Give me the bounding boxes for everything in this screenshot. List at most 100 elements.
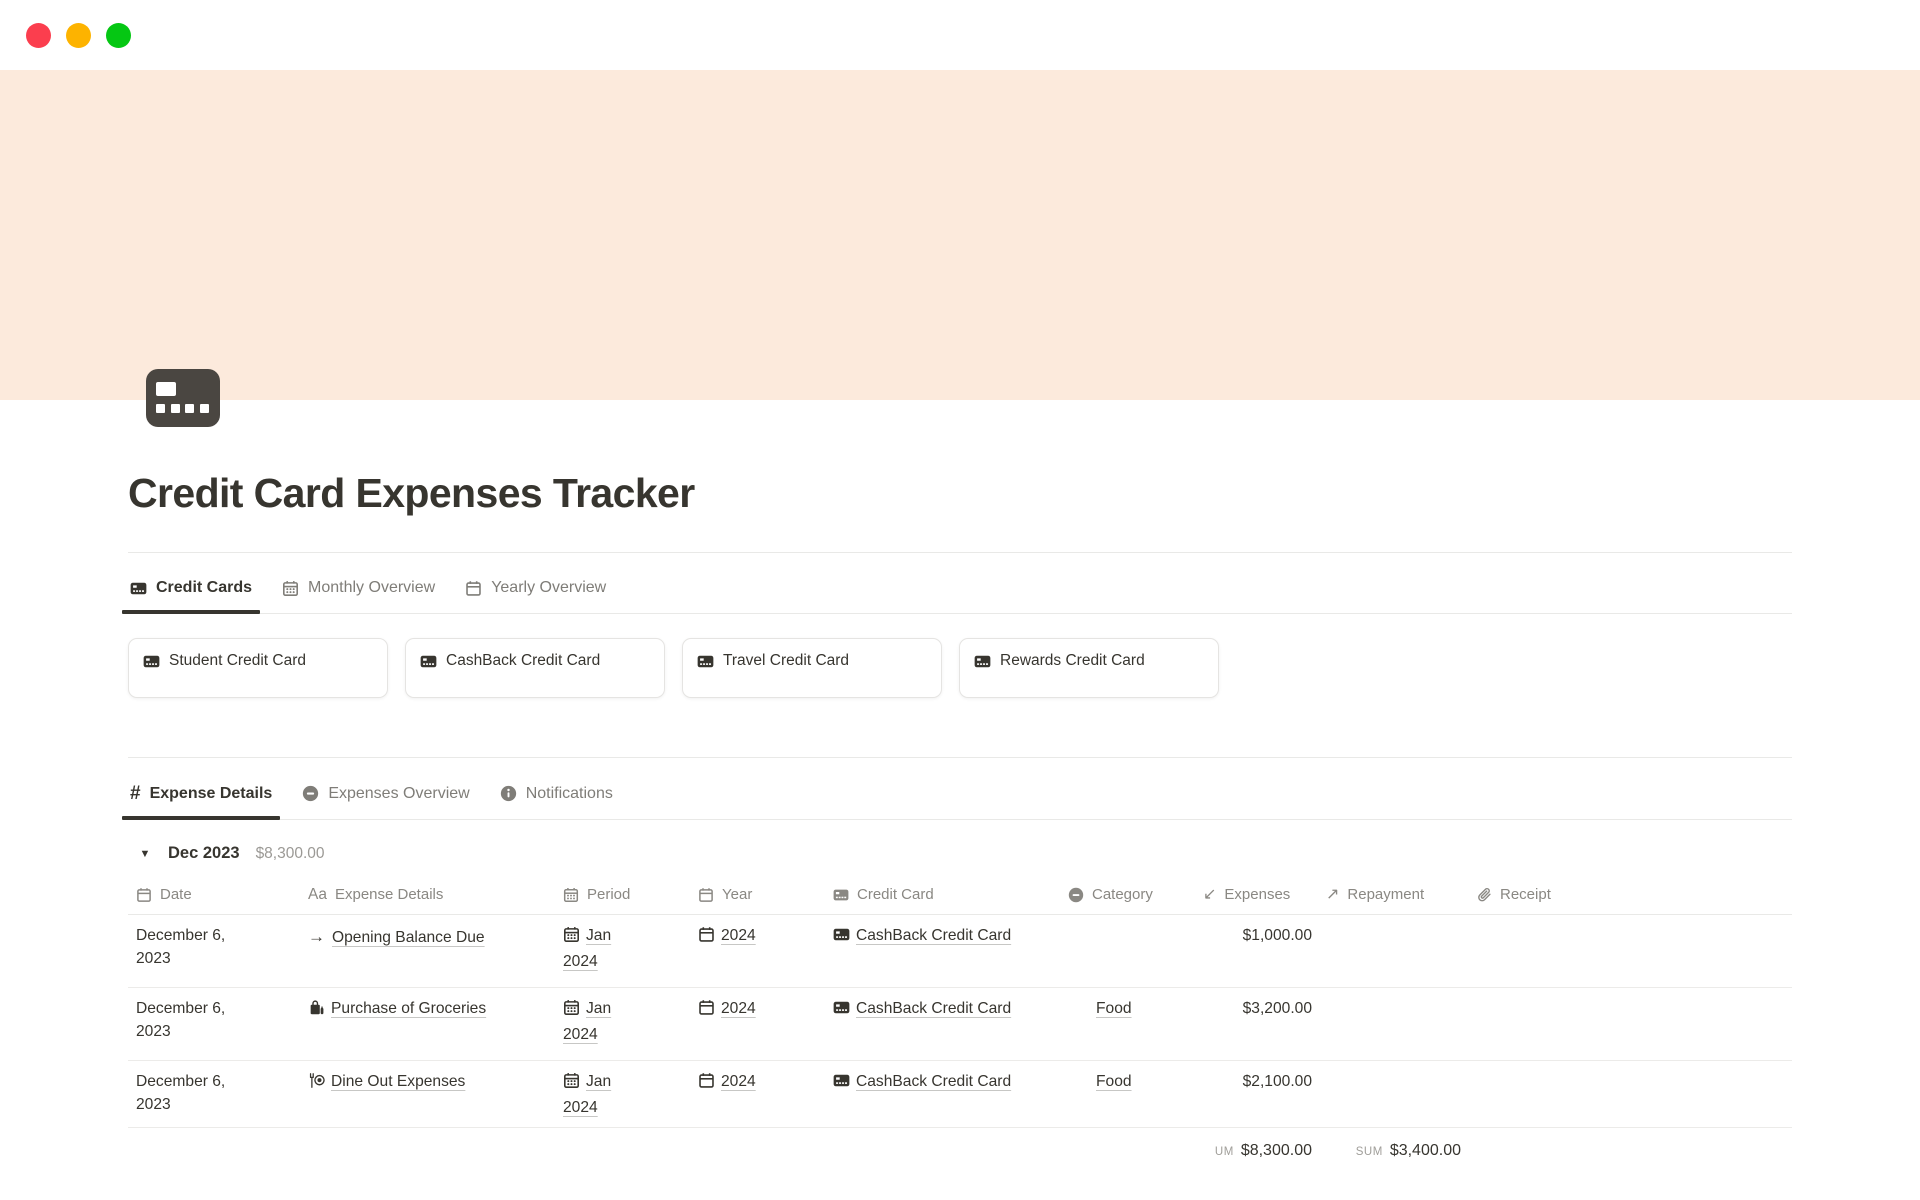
arrow-right-icon: → — [308, 927, 325, 946]
info-circle-icon — [500, 785, 516, 802]
cell-category: Food — [1060, 1071, 1195, 1127]
column-header-year[interactable]: Year — [690, 886, 825, 903]
credit-card-gallery: Student Credit Card CashBack Credit Card… — [128, 638, 1792, 698]
cell-expense-details: Dine Out Expenses — [300, 1071, 555, 1127]
cell-year: 2024 — [690, 998, 825, 1060]
group-label: Dec 2023 — [168, 844, 240, 862]
column-header-receipt[interactable]: Receipt — [1468, 886, 1792, 903]
page-cover — [0, 70, 1920, 400]
sum-value: $8,300.00 — [1240, 1142, 1312, 1159]
group-total: $8,300.00 — [255, 844, 325, 862]
table-footer-row: UM $8,300.00 SUM $3,400.00 — [128, 1128, 1792, 1160]
window-zoom-button[interactable] — [106, 22, 131, 48]
credit-card-icon — [697, 655, 714, 668]
cell-expense-details: → Opening Balance Due — [300, 925, 555, 987]
column-header-expenses[interactable]: ↙ Expenses — [1195, 886, 1318, 903]
cell-date[interactable]: December 6, 2023 — [128, 925, 300, 987]
card-rewards-credit-card[interactable]: Rewards Credit Card — [959, 638, 1219, 698]
table-row: December 6, 2023 → Opening Balance Due Ja… — [128, 915, 1792, 988]
category-link[interactable]: Food — [1096, 1073, 1132, 1090]
calendar-grid-icon — [563, 887, 579, 902]
calendar-icon — [137, 887, 151, 902]
cell-expense-details: Purchase of Groceries — [300, 998, 555, 1060]
year-link[interactable]: 2024 — [721, 1000, 756, 1017]
category-link[interactable]: Food — [1096, 1000, 1132, 1017]
column-header-repayment[interactable]: ↗ Repayment — [1318, 886, 1468, 903]
cell-expenses[interactable]: $3,200.00 — [1195, 998, 1318, 1060]
column-header-credit-card[interactable]: Credit Card — [825, 886, 1060, 903]
cell-year: 2024 — [690, 925, 825, 987]
credit-card-icon — [143, 655, 160, 668]
text-icon: Aa — [308, 885, 327, 903]
column-header-date[interactable]: Date — [128, 886, 300, 903]
cell-receipt[interactable] — [1468, 925, 1792, 987]
credit-card-chip — [156, 382, 176, 396]
tab-yearly-overview[interactable]: Yearly Overview — [463, 579, 608, 613]
cell-repayment[interactable] — [1318, 998, 1468, 1060]
window-minimize-button[interactable] — [66, 22, 91, 48]
expense-details-link[interactable]: Dine Out Expenses — [331, 1073, 465, 1090]
card-title: Rewards Credit Card — [1000, 652, 1145, 669]
table-row: December 6, 2023 Purchase of Groceries J… — [128, 988, 1792, 1061]
window-close-button[interactable] — [26, 22, 51, 48]
cell-receipt[interactable] — [1468, 1071, 1792, 1127]
tab-label: Yearly Overview — [491, 579, 607, 596]
year-link[interactable]: 2024 — [721, 927, 756, 944]
cell-date[interactable]: December 6, 2023 — [128, 998, 300, 1060]
hash-icon: # — [130, 783, 141, 804]
cell-expenses[interactable]: $2,100.00 — [1195, 1071, 1318, 1127]
expense-details-link[interactable]: Purchase of Groceries — [331, 1000, 486, 1017]
calendar-icon — [698, 999, 715, 1024]
shopping-bag-icon — [308, 999, 325, 1024]
cell-credit-card: CashBack Credit Card — [825, 998, 1060, 1060]
column-header-category[interactable]: Category — [1060, 886, 1195, 903]
credit-card-icon — [833, 926, 850, 951]
tab-label: Monthly Overview — [308, 579, 436, 596]
credit-card-icon — [420, 655, 437, 668]
paperclip-icon — [1478, 887, 1491, 901]
view-tabs: Credit Cards Monthly Overview Yearly Ove… — [121, 553, 1792, 614]
cell-year: 2024 — [690, 1071, 825, 1127]
table-header-row: Date Aa Expense Details Period Year Cred… — [128, 875, 1792, 915]
card-student-credit-card[interactable]: Student Credit Card — [128, 638, 388, 698]
cell-repayment[interactable] — [1318, 1071, 1468, 1127]
cell-category[interactable] — [1060, 925, 1195, 987]
tab-notifications[interactable]: Notifications — [498, 784, 615, 819]
calendar-icon — [698, 1072, 715, 1097]
credit-card-icon — [130, 582, 147, 594]
sum-label: UM — [1214, 1146, 1234, 1158]
minus-circle-icon — [1068, 887, 1084, 902]
page-title[interactable]: Credit Card Expenses Tracker — [128, 466, 1792, 520]
tab-label: Credit Cards — [156, 579, 253, 596]
year-link[interactable]: 2024 — [721, 1073, 756, 1090]
minus-circle-icon — [303, 785, 319, 802]
calendar-grid-icon — [283, 580, 299, 596]
cell-credit-card: CashBack Credit Card — [825, 925, 1060, 987]
cell-repayment[interactable] — [1318, 925, 1468, 987]
cell-receipt[interactable] — [1468, 998, 1792, 1060]
tab-expenses-overview[interactable]: Expenses Overview — [300, 784, 471, 819]
repayment-sum[interactable]: SUM $3,400.00 — [1318, 1142, 1468, 1160]
calendar-grid-icon — [563, 999, 580, 1024]
window-titlebar — [0, 0, 1920, 70]
card-cashback-credit-card[interactable]: CashBack Credit Card — [405, 638, 665, 698]
cell-period: Jan 2024 — [555, 925, 690, 987]
card-title: Student Credit Card — [169, 652, 306, 669]
credit-card-link[interactable]: CashBack Credit Card — [856, 1073, 1011, 1090]
tab-label: Notifications — [525, 784, 613, 802]
tab-monthly-overview[interactable]: Monthly Overview — [280, 579, 437, 613]
credit-card-link[interactable]: CashBack Credit Card — [856, 927, 1011, 944]
tab-expense-details[interactable]: # Expense Details — [121, 783, 281, 820]
credit-card-icon — [833, 999, 850, 1024]
group-toggle-icon[interactable]: ▼ — [138, 848, 152, 860]
cell-expenses[interactable]: $1,000.00 — [1195, 925, 1318, 987]
tab-credit-cards[interactable]: Credit Cards — [121, 579, 261, 614]
column-header-expense-details[interactable]: Aa Expense Details — [300, 886, 555, 904]
column-header-period[interactable]: Period — [555, 886, 690, 903]
page-icon-credit-card[interactable] — [146, 369, 220, 427]
expenses-sum[interactable]: UM $8,300.00 — [1195, 1142, 1318, 1160]
expense-details-link[interactable]: Opening Balance Due — [332, 929, 485, 946]
credit-card-link[interactable]: CashBack Credit Card — [856, 1000, 1011, 1017]
cell-date[interactable]: December 6, 2023 — [128, 1071, 300, 1127]
card-travel-credit-card[interactable]: Travel Credit Card — [682, 638, 942, 698]
